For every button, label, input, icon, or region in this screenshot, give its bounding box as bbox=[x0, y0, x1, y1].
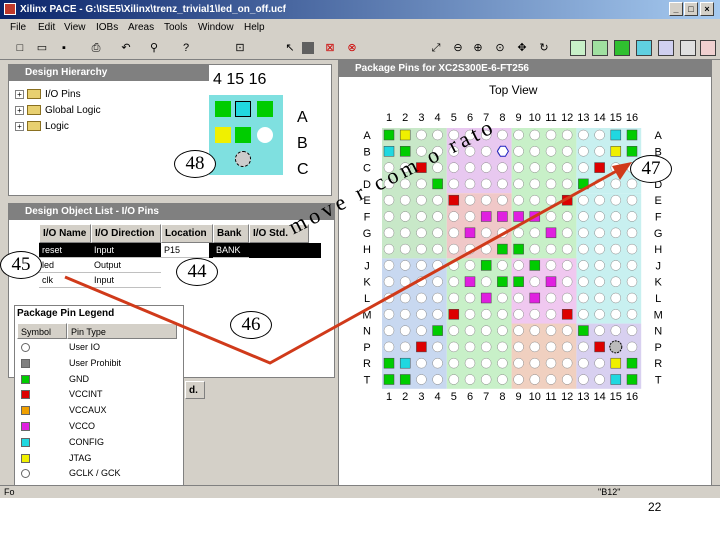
arrow-head bbox=[612, 162, 632, 180]
slide-number: 22 bbox=[648, 500, 662, 514]
callout-44: 44 bbox=[176, 258, 218, 286]
callout-46: 46 bbox=[230, 311, 272, 339]
annotation-layer bbox=[64, 162, 632, 365]
callout-47: 47 bbox=[630, 155, 672, 183]
callout-48: 48 bbox=[174, 150, 216, 178]
callout-45: 45 bbox=[0, 251, 42, 279]
